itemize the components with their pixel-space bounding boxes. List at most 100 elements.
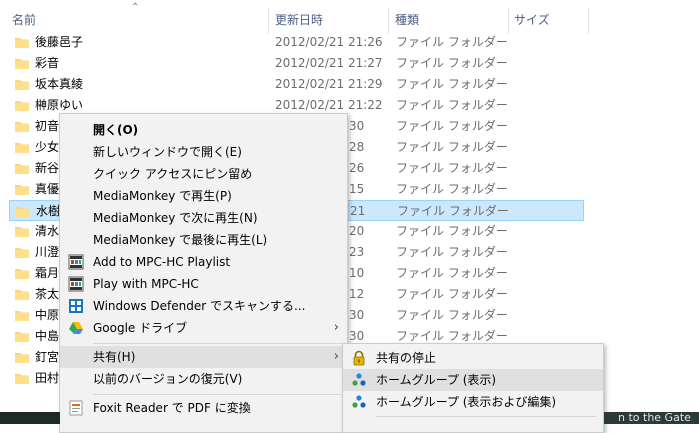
row-type: ファイル フォルダー	[396, 77, 508, 91]
row-name: 川澄	[35, 245, 60, 259]
lock-icon	[351, 350, 367, 366]
row-type: ファイル フォルダー	[397, 204, 509, 218]
row-type: ファイル フォルダー	[396, 308, 508, 322]
mpc-hc-icon	[68, 276, 84, 292]
row-name: 中原	[35, 308, 60, 322]
table-row[interactable]: 彩音 2012/02/21 21:27 ファイル フォルダー	[9, 53, 584, 74]
menu-item-label: 以前のバージョンの復元(V)	[93, 372, 243, 386]
row-type: ファイル フォルダー	[396, 182, 508, 196]
column-divider[interactable]	[388, 8, 389, 34]
folder-icon	[15, 163, 29, 174]
folder-icon	[15, 121, 29, 132]
menu-separator	[93, 343, 343, 344]
mpc-hc-icon	[68, 254, 84, 270]
folder-icon	[15, 310, 29, 321]
menu-item-label: Google ドライブ	[93, 321, 188, 335]
row-date: 2012/02/21 21:26	[275, 35, 383, 49]
folder-icon	[15, 226, 29, 237]
foxit-icon	[68, 400, 84, 416]
menu-item-foxit-pdf[interactable]: Foxit Reader で PDF に変換	[60, 397, 347, 419]
row-type: ファイル フォルダー	[396, 161, 508, 175]
row-type: ファイル フォルダー	[396, 245, 508, 259]
folder-icon	[15, 79, 29, 90]
menu-item-defender-scan[interactable]: Windows Defender でスキャンする...	[60, 295, 347, 317]
share-submenu: 共有の停止 ホームグループ (表示) ホームグループ (表示および編集)	[342, 343, 604, 433]
context-menu: 開く(O) 新しいウィンドウで開く(E) クイック アクセスにピン留め Medi…	[59, 113, 348, 433]
folder-icon	[15, 100, 29, 111]
row-name: 霜月	[35, 266, 60, 280]
chevron-right-icon: ›	[333, 349, 339, 364]
menu-item-label: 新しいウィンドウで開く(E)	[93, 145, 242, 159]
row-type: ファイル フォルダー	[396, 266, 508, 280]
menu-item-label: Foxit Reader で PDF に変換	[93, 401, 251, 415]
row-type: ファイル フォルダー	[396, 287, 508, 301]
menu-separator	[93, 394, 343, 395]
row-date: 28	[349, 140, 365, 154]
menu-separator	[376, 416, 596, 417]
table-row[interactable]: 後藤邑子 2012/02/21 21:26 ファイル フォルダー	[9, 32, 584, 53]
menu-item-label: ホームグループ (表示および編集)	[376, 395, 557, 409]
menu-item-pin-quick-access[interactable]: クイック アクセスにピン留め	[60, 163, 347, 185]
menu-item-open[interactable]: 開く(O)	[60, 119, 347, 141]
menu-item-label: 開く(O)	[93, 123, 139, 137]
folder-icon	[16, 206, 30, 217]
chevron-right-icon: ›	[333, 320, 339, 335]
row-type: ファイル フォルダー	[396, 35, 508, 49]
folder-icon	[15, 142, 29, 153]
menu-item-google-drive[interactable]: Google ドライブ ›	[60, 317, 347, 339]
column-divider[interactable]	[508, 8, 509, 34]
folder-icon	[15, 58, 29, 69]
folder-icon	[15, 373, 29, 384]
menu-item-restore-previous-versions[interactable]: 以前のバージョンの復元(V)	[60, 368, 347, 390]
column-divider[interactable]	[268, 8, 269, 34]
menu-item-mpc-play[interactable]: Play with MPC-HC	[60, 273, 347, 295]
menu-item-label: ホームグループ (表示)	[376, 373, 497, 387]
menu-item-mediamonkey-play[interactable]: MediaMonkey で再生(P)	[60, 185, 347, 207]
folder-icon	[15, 184, 29, 195]
menu-item-mediamonkey-play-last[interactable]: MediaMonkey で最後に再生(L)	[60, 229, 347, 251]
menu-item-mediamonkey-play-next[interactable]: MediaMonkey で次に再生(N)	[60, 207, 347, 229]
row-name: 少女	[35, 140, 60, 154]
menu-item-label: MediaMonkey で次に再生(N)	[93, 211, 258, 225]
row-date: 30	[349, 308, 365, 322]
submenu-item-homegroup-view-edit[interactable]: ホームグループ (表示および編集)	[343, 391, 603, 413]
menu-item-label: クイック アクセスにピン留め	[93, 167, 253, 181]
row-date: 2012/02/21 21:29	[275, 77, 383, 91]
menu-item-mpc-add-playlist[interactable]: Add to MPC-HC Playlist	[60, 251, 347, 273]
row-name: 茶太	[35, 287, 60, 301]
column-header: ⌃ 名前 更新日時 種類 サイズ	[0, 0, 699, 34]
folder-icon	[15, 352, 29, 363]
folder-icon	[15, 289, 29, 300]
table-row[interactable]: 坂本真綾 2012/02/21 21:29 ファイル フォルダー	[9, 74, 584, 95]
column-header-type[interactable]: 種類	[395, 12, 419, 28]
column-header-name[interactable]: 名前	[12, 12, 36, 28]
menu-item-label: 共有(H)	[93, 350, 136, 364]
column-header-size[interactable]: サイズ	[514, 12, 550, 28]
menu-item-share[interactable]: 共有(H) ›	[60, 346, 347, 368]
row-date: 20	[349, 224, 365, 238]
folder-icon	[15, 37, 29, 48]
row-name: 新谷	[35, 161, 60, 175]
row-name: 彩音	[35, 56, 60, 70]
folder-icon	[15, 247, 29, 258]
row-date: 10	[349, 266, 365, 280]
row-date: 12	[349, 287, 365, 301]
background-window-strip	[0, 412, 60, 424]
homegroup-icon	[351, 372, 367, 388]
windows-defender-icon	[68, 298, 84, 314]
column-header-date[interactable]: 更新日時	[275, 12, 323, 28]
submenu-item-stop-sharing[interactable]: 共有の停止	[343, 347, 603, 369]
submenu-item-homegroup-view[interactable]: ホームグループ (表示)	[343, 369, 603, 391]
row-name: 中島	[35, 329, 60, 343]
row-name: 坂本真綾	[35, 77, 84, 91]
menu-item-label: Play with MPC-HC	[93, 277, 199, 291]
row-name: 後藤邑子	[35, 35, 84, 49]
row-type: ファイル フォルダー	[396, 140, 508, 154]
menu-item-open-new-window[interactable]: 新しいウィンドウで開く(E)	[60, 141, 347, 163]
menu-item-label: Windows Defender でスキャンする...	[93, 299, 306, 313]
column-divider[interactable]	[588, 8, 589, 34]
row-type: ファイル フォルダー	[396, 98, 508, 112]
row-date: 21	[350, 204, 366, 218]
homegroup-icon	[351, 394, 367, 410]
menu-item-label: Add to MPC-HC Playlist	[93, 255, 231, 269]
